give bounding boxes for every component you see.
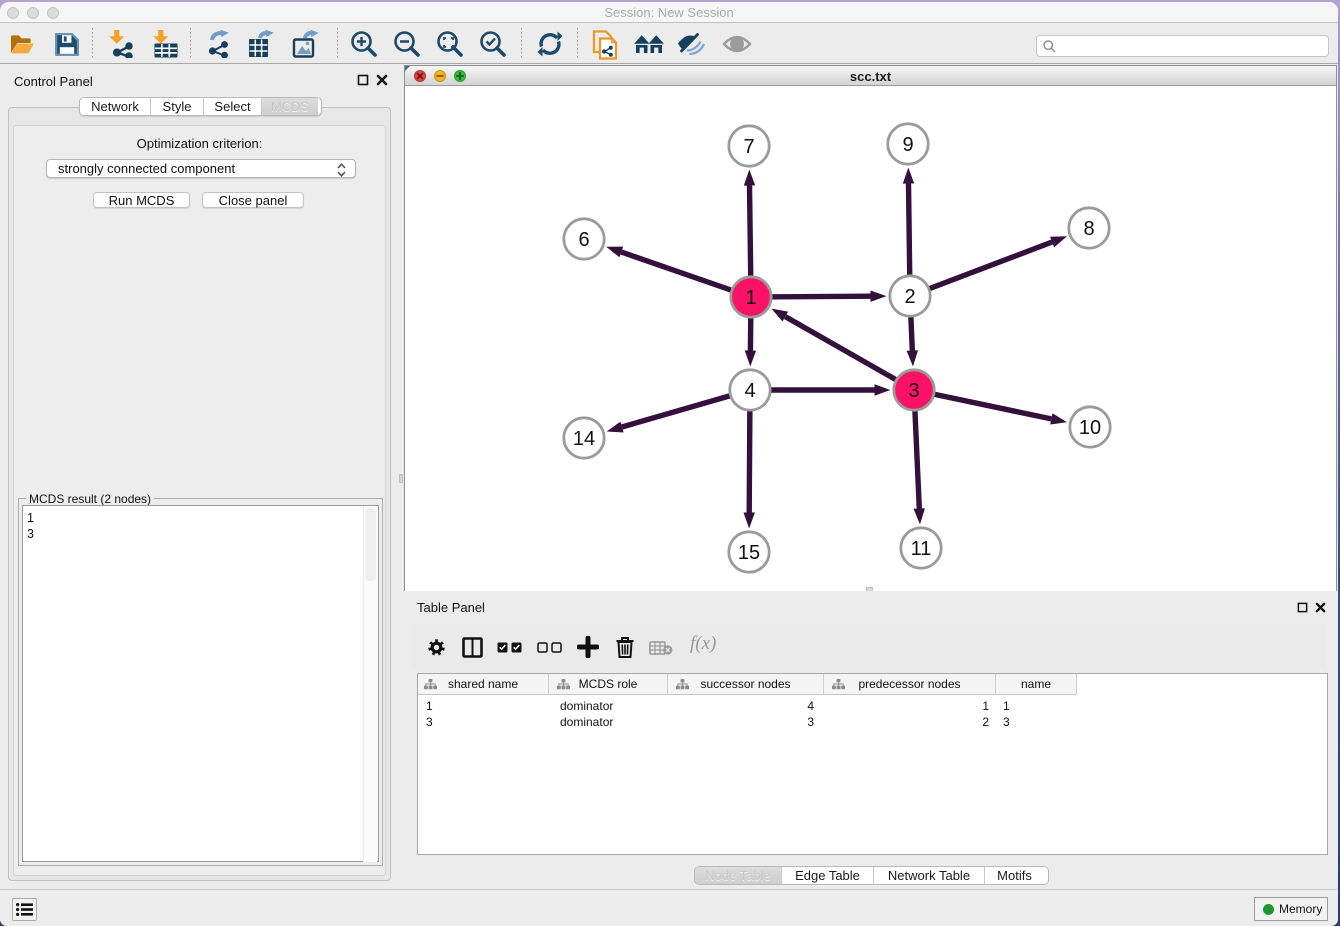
svg-text:9: 9 — [902, 134, 913, 156]
svg-text:6: 6 — [578, 229, 589, 251]
svg-text:4: 4 — [744, 380, 755, 402]
svg-text:3: 3 — [908, 380, 919, 402]
svg-text:14: 14 — [573, 428, 595, 450]
svg-text:10: 10 — [1079, 417, 1101, 439]
svg-text:11: 11 — [911, 538, 932, 560]
svg-text:8: 8 — [1083, 218, 1094, 240]
svg-text:15: 15 — [738, 542, 760, 564]
svg-text:2: 2 — [904, 286, 915, 308]
svg-text:1: 1 — [745, 287, 756, 309]
svg-text:7: 7 — [743, 136, 754, 158]
